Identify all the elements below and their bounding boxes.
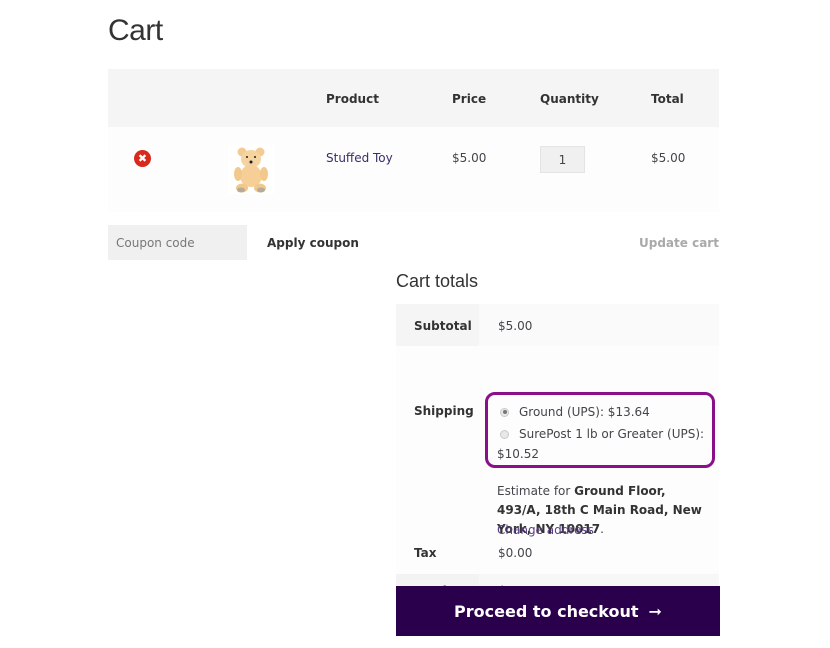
cart-table: Product Price Quantity Total ✖ Stuffed T…: [108, 69, 719, 212]
apply-coupon-button[interactable]: Apply coupon: [267, 236, 359, 250]
product-subtotal: $5.00: [651, 151, 686, 165]
header-total: Total: [651, 92, 684, 106]
header-product: Product: [326, 92, 379, 106]
header-quantity: Quantity: [540, 92, 599, 106]
tax-row: Tax $0.00: [396, 542, 719, 574]
coupon-code-input[interactable]: [108, 225, 247, 260]
shipping-option-ground[interactable]: Ground (UPS): $13.64: [500, 405, 650, 419]
header-price: Price: [452, 92, 487, 106]
subtotal-label: Subtotal: [396, 304, 479, 346]
cart-table-header: Product Price Quantity Total: [108, 69, 719, 127]
subtotal-value: $5.00: [479, 304, 719, 346]
proceed-to-checkout-button[interactable]: Proceed to checkout ➞: [396, 586, 720, 636]
change-address-link[interactable]: Change address: [497, 523, 594, 537]
estimate-suffix: .: [600, 522, 604, 536]
cart-totals-table: Subtotal $5.00 Shipping Ground (UPS): $1…: [396, 304, 719, 611]
subtotal-row: Subtotal $5.00: [396, 304, 719, 346]
tax-value: $0.00: [479, 542, 719, 574]
shipping-label: Shipping: [396, 346, 479, 542]
page-title: Cart: [108, 14, 163, 47]
update-cart-button[interactable]: Update cart: [639, 236, 719, 250]
quantity-input[interactable]: [540, 146, 585, 173]
product-price: $5.00: [452, 151, 487, 165]
estimate-prefix: Estimate for: [497, 484, 575, 498]
radio-surepost[interactable]: [500, 429, 509, 439]
shipping-option-label: SurePost 1 lb or Greater (UPS):: [519, 427, 705, 441]
radio-ground[interactable]: [500, 407, 509, 417]
shipping-row: Shipping Ground (UPS): $13.64 SurePost 1…: [396, 346, 719, 542]
shipping-option-surepost[interactable]: SurePost 1 lb or Greater (UPS):: [500, 427, 704, 441]
arrow-right-icon: ➞: [648, 601, 662, 621]
cart-totals-title: Cart totals: [396, 271, 479, 291]
checkout-label: Proceed to checkout: [454, 601, 639, 621]
shipping-option-price: $10.52: [497, 447, 539, 461]
shipping-options-highlight: Ground (UPS): $13.64 SurePost 1 lb or Gr…: [485, 392, 715, 468]
tax-label: Tax: [396, 542, 479, 574]
product-link[interactable]: Stuffed Toy: [326, 151, 393, 165]
remove-item-icon[interactable]: ✖: [134, 150, 151, 167]
table-row: ✖ Stuffed Toy $5.00 $5.00: [108, 127, 719, 212]
shipping-option-label: Ground (UPS): $13.64: [519, 405, 650, 419]
product-thumbnail[interactable]: [228, 144, 274, 194]
